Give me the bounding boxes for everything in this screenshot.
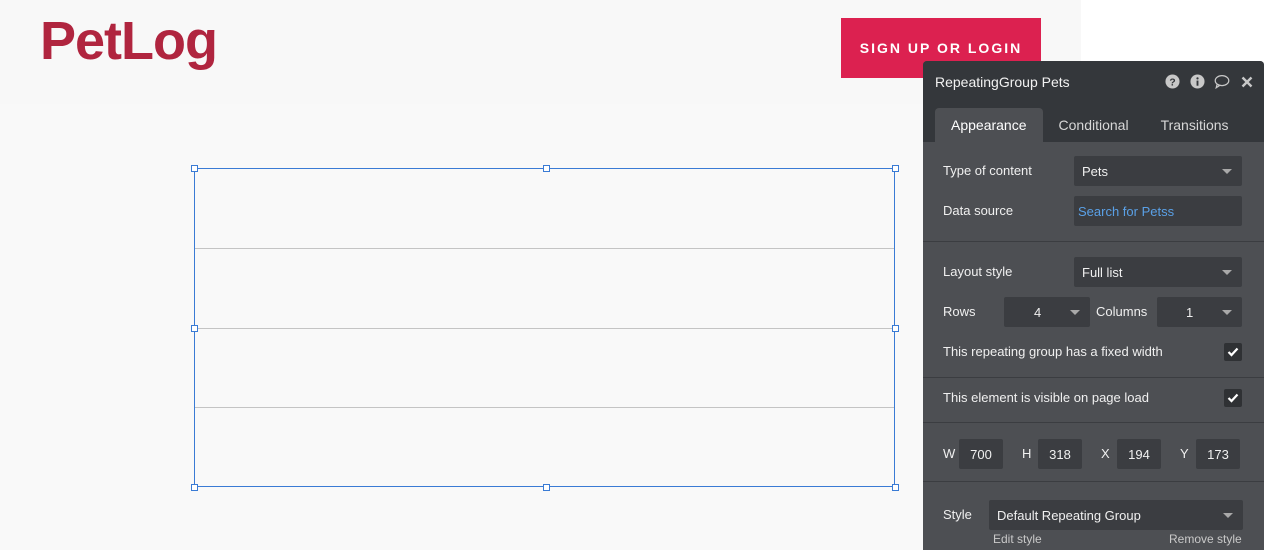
resize-handle-top-left[interactable]: [191, 165, 198, 172]
resize-handle-top-right[interactable]: [892, 165, 899, 172]
editor-canvas: PetLog SIGN UP OR LOGIN: [0, 0, 1081, 550]
panel-header: RepeatingGroup Pets ?: [923, 61, 1264, 102]
columns-value: 1: [1186, 304, 1194, 320]
fixed-width-checkbox[interactable]: [1224, 343, 1242, 361]
chevron-down-icon: [1222, 169, 1232, 174]
columns-dropdown[interactable]: 1: [1157, 297, 1242, 327]
chevron-down-icon: [1223, 513, 1233, 518]
resize-handle-left[interactable]: [191, 325, 198, 332]
checkmark-icon: [1227, 393, 1239, 403]
data-source-field[interactable]: Search for Petss: [1074, 196, 1242, 226]
layout-style-label: Layout style: [943, 264, 1013, 279]
property-editor-panel: RepeatingGroup Pets ? Appearance Conditi…: [923, 61, 1264, 550]
resize-handle-top[interactable]: [543, 165, 550, 172]
columns-label: Columns: [1096, 304, 1148, 319]
tab-transitions[interactable]: Transitions: [1145, 108, 1245, 142]
chevron-down-icon: [1222, 270, 1232, 275]
repeating-group-cell[interactable]: [195, 328, 894, 408]
repeating-group-cell[interactable]: [195, 169, 894, 249]
style-dropdown[interactable]: Default Repeating Group: [989, 500, 1243, 530]
close-icon[interactable]: [1239, 74, 1255, 90]
checkmark-icon: [1227, 347, 1239, 357]
style-label: Style: [943, 507, 972, 522]
section-divider: [923, 422, 1264, 423]
type-of-content-label: Type of content: [943, 163, 1032, 178]
width-label: W: [943, 446, 956, 461]
repeating-group[interactable]: [194, 168, 895, 487]
layout-style-dropdown[interactable]: Full list: [1074, 257, 1242, 287]
y-label: Y: [1180, 446, 1189, 461]
rows-label: Rows: [943, 304, 976, 319]
edit-style-link[interactable]: Edit style: [993, 532, 1042, 546]
x-label: X: [1101, 446, 1110, 461]
type-of-content-dropdown[interactable]: Pets: [1074, 156, 1242, 186]
chevron-down-icon: [1070, 310, 1080, 315]
remove-style-link[interactable]: Remove style: [1169, 532, 1242, 546]
height-label: H: [1022, 446, 1032, 461]
height-input[interactable]: 318: [1038, 439, 1082, 469]
logo[interactable]: PetLog: [40, 10, 218, 72]
page-header: PetLog SIGN UP OR LOGIN: [0, 0, 1081, 104]
help-icon[interactable]: ?: [1164, 74, 1180, 90]
info-icon[interactable]: [1189, 74, 1205, 90]
layout-style-value: Full list: [1082, 264, 1123, 280]
panel-title: RepeatingGroup Pets: [935, 73, 1070, 90]
y-input[interactable]: 173: [1196, 439, 1240, 469]
resize-handle-right[interactable]: [892, 325, 899, 332]
panel-tabs: Appearance Conditional Transitions: [923, 102, 1264, 142]
data-source-value[interactable]: Search for Petss: [1078, 204, 1174, 219]
section-divider: [923, 481, 1264, 482]
x-input[interactable]: 194: [1117, 439, 1161, 469]
comment-icon[interactable]: [1214, 74, 1230, 90]
repeating-group-cell[interactable]: [195, 408, 894, 487]
resize-handle-bottom[interactable]: [543, 484, 550, 491]
fixed-width-label: This repeating group has a fixed width: [943, 344, 1163, 359]
visible-on-load-label: This element is visible on page load: [943, 390, 1149, 405]
resize-handle-bottom-left[interactable]: [191, 484, 198, 491]
section-divider: [923, 377, 1264, 378]
rows-dropdown[interactable]: 4: [1004, 297, 1090, 327]
type-of-content-value: Pets: [1082, 163, 1109, 179]
data-source-label: Data source: [943, 203, 1014, 218]
chevron-down-icon: [1222, 310, 1232, 315]
svg-text:?: ?: [1169, 77, 1175, 88]
style-value: Default Repeating Group: [997, 507, 1141, 523]
repeating-group-cell[interactable]: [195, 249, 894, 329]
rows-value: 4: [1034, 304, 1042, 320]
section-divider: [923, 241, 1264, 242]
width-input[interactable]: 700: [959, 439, 1003, 469]
resize-handle-bottom-right[interactable]: [892, 484, 899, 491]
tab-appearance[interactable]: Appearance: [935, 108, 1043, 142]
tab-conditional[interactable]: Conditional: [1043, 108, 1145, 142]
visible-on-load-checkbox[interactable]: [1224, 389, 1242, 407]
